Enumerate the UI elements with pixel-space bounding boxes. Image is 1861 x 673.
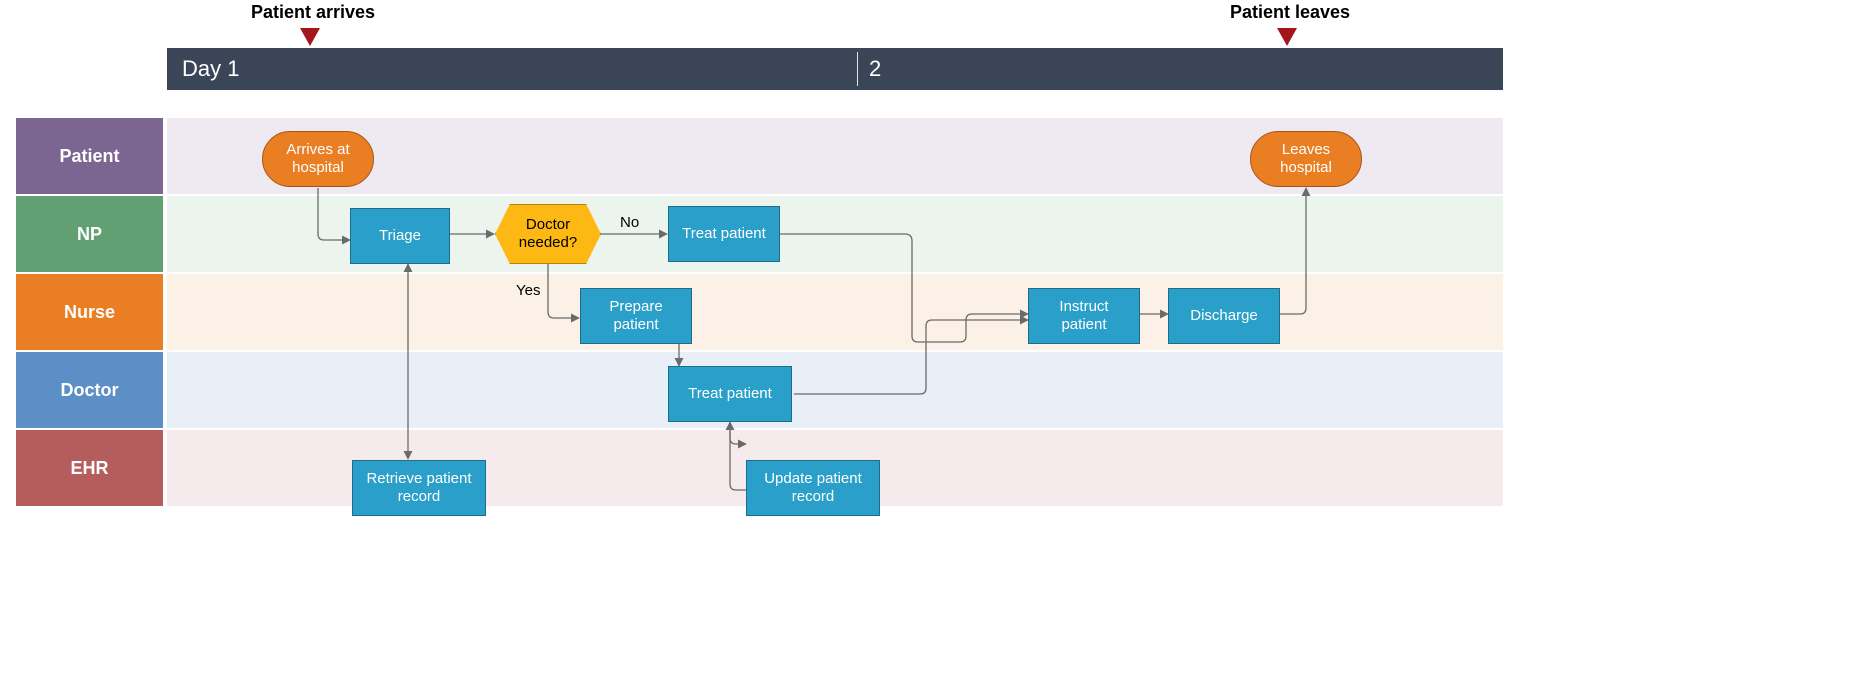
node-leaves: Leaves hospital — [1250, 131, 1362, 187]
node-discharge: Discharge — [1168, 288, 1280, 344]
node-instruct: Instruct patient — [1028, 288, 1140, 344]
marker-leaves-icon — [1277, 28, 1297, 46]
marker-arrives-icon — [300, 28, 320, 46]
node-doctor-needed: Doctor needed? — [495, 204, 601, 264]
node-arrives: Arrives at hospital — [262, 131, 374, 187]
timeline-divider — [857, 52, 858, 86]
diagram-canvas: Patient arrives Patient leaves Day 1 2 P… — [0, 0, 1861, 673]
node-update: Update patient record — [746, 460, 880, 516]
node-prepare: Prepare patient — [580, 288, 692, 344]
node-triage: Triage — [350, 208, 450, 264]
lane-label-doctor: Doctor — [16, 352, 163, 428]
edge-label-no: No — [620, 214, 639, 231]
timeline-day2-label: 2 — [869, 56, 881, 82]
lane-band-doctor — [167, 352, 1503, 428]
node-retrieve: Retrieve patient record — [352, 460, 486, 516]
event-label-leaves: Patient leaves — [1230, 2, 1350, 23]
lane-label-np: NP — [16, 196, 163, 272]
lane-band-nurse — [167, 274, 1503, 350]
lane-label-nurse: Nurse — [16, 274, 163, 350]
edge-label-yes: Yes — [516, 282, 540, 299]
event-label-arrives: Patient arrives — [251, 2, 375, 23]
lane-label-ehr: EHR — [16, 430, 163, 506]
node-treat-doctor: Treat patient — [668, 366, 792, 422]
timeline-bar — [167, 48, 1503, 90]
node-treat-np: Treat patient — [668, 206, 780, 262]
lane-label-patient: Patient — [16, 118, 163, 194]
timeline-day1-label: Day 1 — [182, 56, 239, 82]
